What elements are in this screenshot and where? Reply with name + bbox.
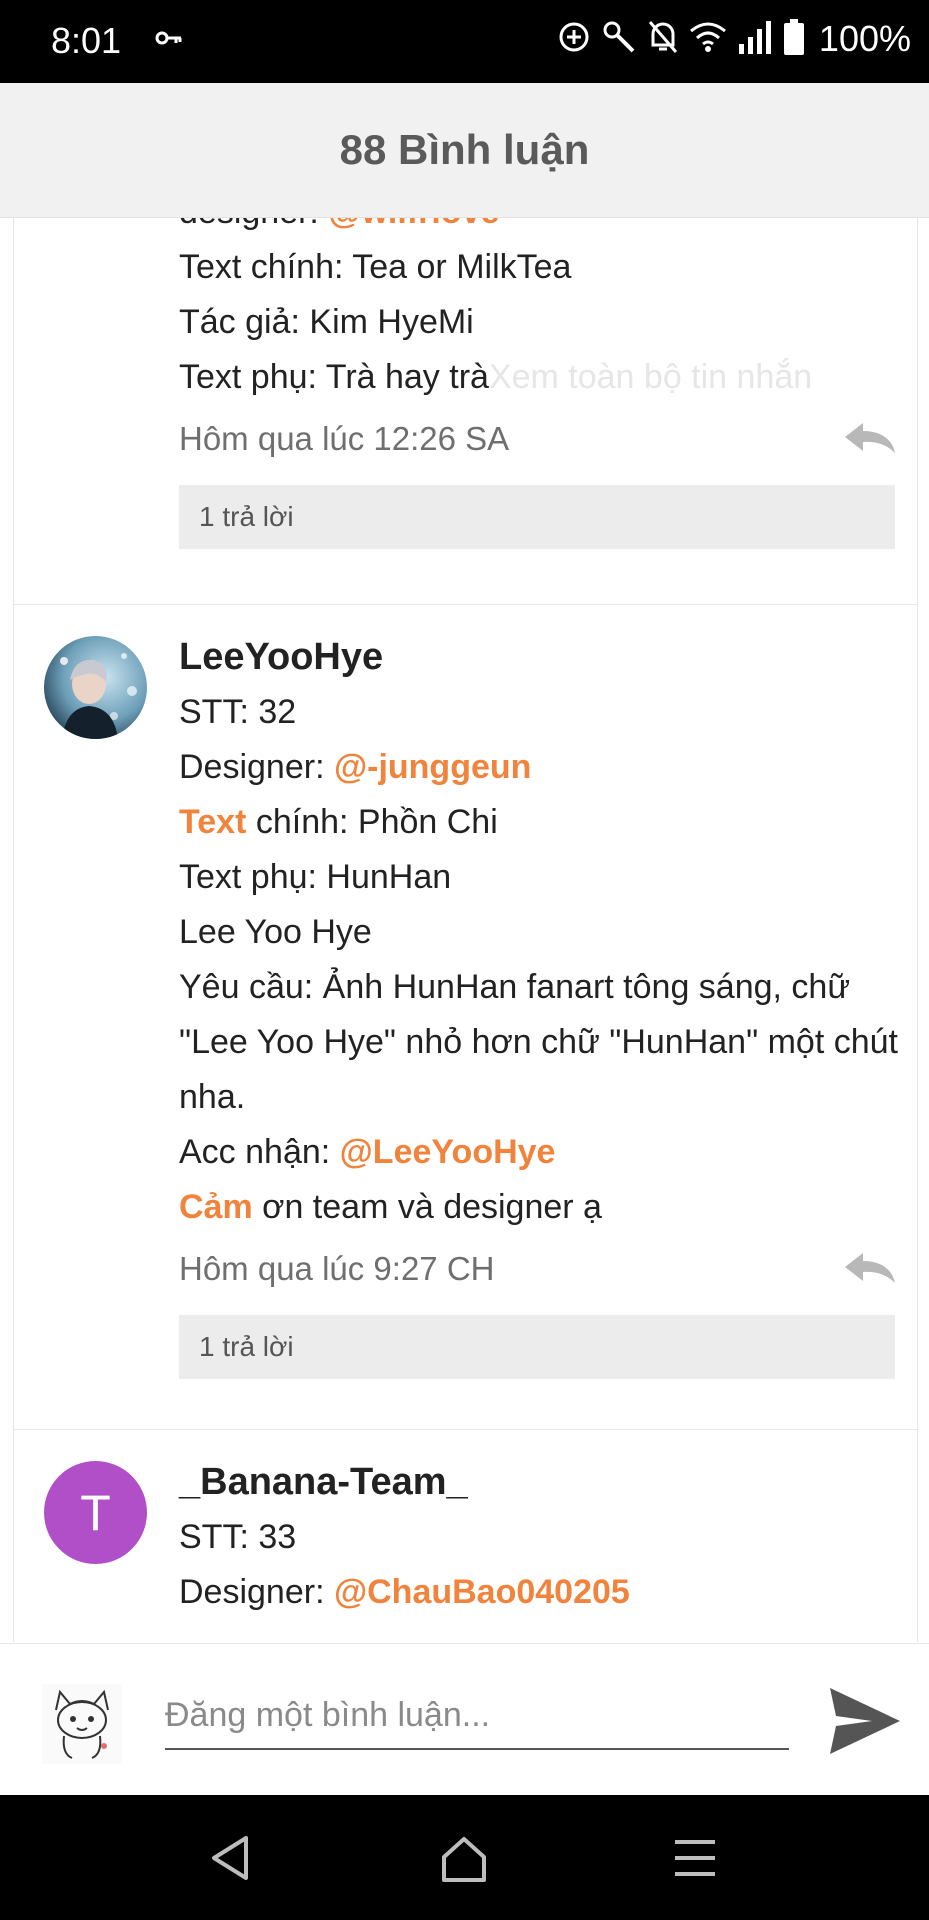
- comment-composer: [0, 1643, 929, 1796]
- comment-text: Designer:: [179, 748, 334, 786]
- battery-icon: [783, 18, 805, 60]
- comment-text: Designer:: [179, 1573, 334, 1611]
- notifications-off-icon: [647, 19, 679, 60]
- see-all-link[interactable]: Xem toàn bộ tin nhắn: [489, 358, 812, 396]
- comment-line: designer: @wilfrlove: [179, 218, 909, 240]
- mention-link[interactable]: @ChauBao040205: [334, 1573, 630, 1611]
- wrench-icon: [601, 19, 637, 60]
- comment-line: Lee Yoo Hye: [179, 913, 372, 951]
- home-icon[interactable]: [440, 1835, 488, 1888]
- comment-meta: Hôm qua lúc 12:26 SA: [179, 409, 909, 469]
- send-icon[interactable]: [828, 1686, 902, 1761]
- menu-icon[interactable]: [673, 1839, 717, 1882]
- comment-line: STT: 32: [179, 693, 297, 731]
- mention-link[interactable]: @LeeYooHye: [340, 1133, 556, 1171]
- user-avatar: [42, 1684, 122, 1764]
- comment-line: Acc nhận: @LeeYooHye: [179, 1125, 909, 1180]
- comment-username[interactable]: LeeYooHye: [179, 630, 909, 685]
- page-title: 88 Bình luận: [339, 126, 590, 173]
- reply-icon[interactable]: [843, 421, 897, 460]
- replies-button[interactable]: 1 trả lời: [179, 485, 895, 549]
- comment-line: Cảm ơn team và designer ạ: [179, 1180, 909, 1235]
- comment-text: ơn team và designer ạ: [252, 1188, 602, 1226]
- battery-percent: 100%: [818, 18, 911, 59]
- reply-icon[interactable]: [843, 1251, 897, 1290]
- comment-line: Text phụ: Trà hay tràXem toàn bộ tin nhắ…: [179, 350, 909, 405]
- status-bar: 8:01 100%: [0, 0, 929, 83]
- signal-icon: [737, 20, 773, 59]
- comment-text: Acc nhận:: [179, 1133, 340, 1171]
- data-saver-icon: [557, 20, 591, 59]
- comment-line: Designer: @-junggeun: [179, 740, 909, 795]
- key-icon: [155, 28, 183, 53]
- comment-list[interactable]: designer: @wilfrlove Text chính: Tea or …: [13, 218, 918, 1642]
- comment-timestamp: Hôm qua lúc 12:26 SA: [179, 420, 510, 457]
- comment-line: Text chính: Phồn Chi: [179, 795, 909, 850]
- highlight-text[interactable]: Cảm: [179, 1188, 253, 1226]
- app-header: 88 Bình luận: [0, 83, 929, 218]
- comment-body: _Banana-Team_ STT: 33 Designer: @ChauBao…: [179, 1455, 909, 1620]
- comment-username[interactable]: _Banana-Team_: [179, 1455, 909, 1510]
- comment-body: LeeYooHye STT: 32 Designer: @-junggeun T…: [179, 630, 909, 1379]
- comment-text: chính: Phồn Chi: [246, 803, 498, 841]
- avatar[interactable]: [44, 636, 147, 739]
- highlight-text[interactable]: Text: [179, 803, 246, 841]
- avatar[interactable]: T: [44, 1461, 147, 1564]
- comment-line: Tác giả: Kim HyeMi: [179, 303, 474, 341]
- comment-line: STT: 33: [179, 1518, 297, 1556]
- wifi-icon: [689, 21, 727, 58]
- comment-body: designer: @wilfrlove Text chính: Tea or …: [179, 218, 909, 549]
- avatar-letter: T: [80, 1484, 111, 1541]
- divider: [14, 1429, 917, 1430]
- comment-line: Yêu cầu: Ảnh HunHan fanart tông sáng, ch…: [179, 968, 898, 1116]
- system-nav-bar: [0, 1795, 929, 1920]
- comment-line: Text phụ: HunHan: [179, 858, 452, 896]
- divider: [14, 604, 917, 605]
- comment-meta: Hôm qua lúc 9:27 CH: [179, 1239, 909, 1299]
- comment-line: Designer: @ChauBao040205: [179, 1565, 909, 1620]
- status-time: 8:01: [51, 20, 122, 61]
- status-icons: 100%: [557, 18, 911, 60]
- comment-timestamp: Hôm qua lúc 9:27 CH: [179, 1250, 495, 1287]
- comment-line: Text chính: Tea or MilkTea: [179, 248, 572, 286]
- comment-text: Text phụ: Trà hay trà: [179, 358, 489, 396]
- comment-input[interactable]: [165, 1682, 789, 1750]
- comment-text: designer:: [179, 218, 328, 231]
- mention-link[interactable]: @-junggeun: [334, 748, 531, 786]
- mention-link[interactable]: @wilfrlove: [328, 218, 499, 231]
- replies-button[interactable]: 1 trả lời: [179, 1315, 895, 1379]
- back-icon[interactable]: [210, 1835, 250, 1886]
